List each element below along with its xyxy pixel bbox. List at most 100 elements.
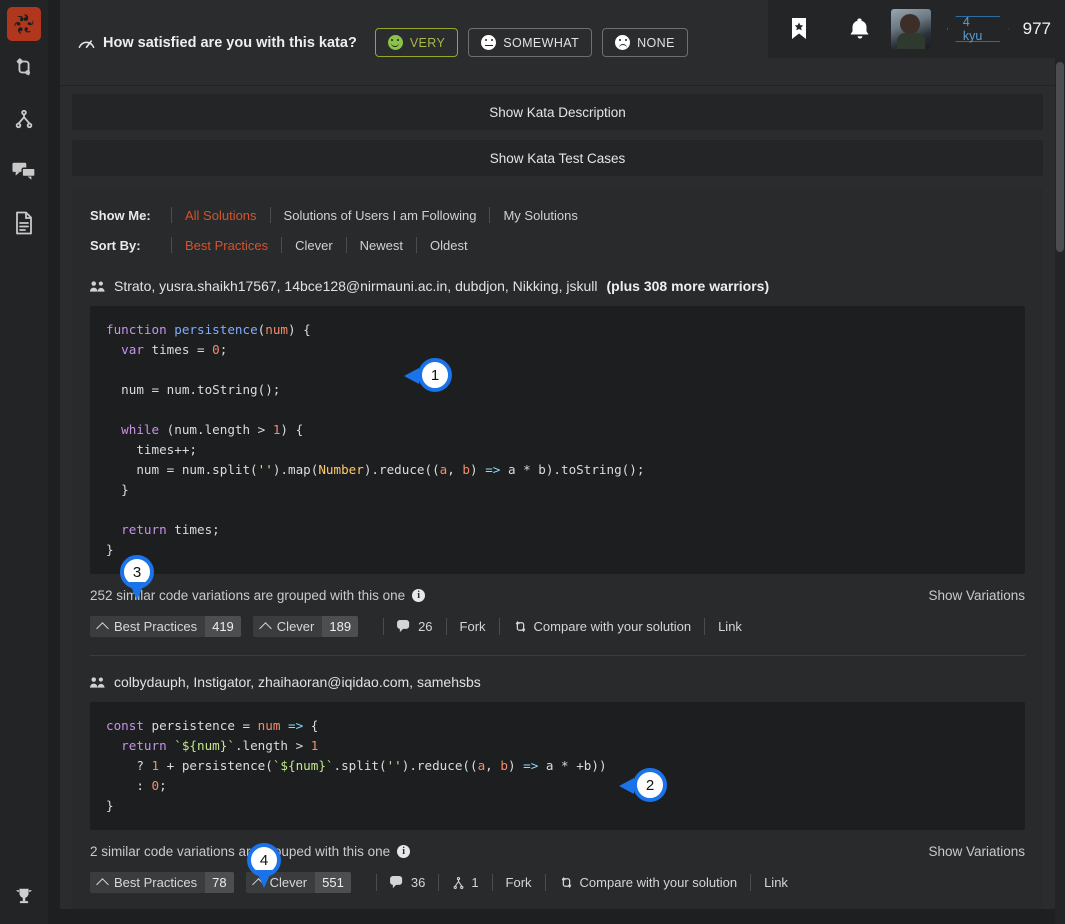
rank-label: 4 kyu <box>962 15 983 43</box>
sidebar-item-fork[interactable] <box>0 93 48 145</box>
vertical-scrollbar-thumb[interactable] <box>1056 62 1064 252</box>
filter-following-solutions[interactable]: Solutions of Users I am Following <box>284 208 477 223</box>
satisfaction-somewhat-button[interactable]: SOMEWHAT <box>468 28 593 57</box>
toggle-gap <box>72 130 1043 140</box>
satisfaction-very-button[interactable]: VERY <box>374 28 459 57</box>
solution-authors: Strato, yusra.shaikh17567, 14bce128@nirm… <box>114 278 598 294</box>
solution-actions: Best Practices 419 Clever 189 26 Fork Co… <box>90 616 1025 653</box>
divider <box>704 618 706 635</box>
satisfaction-options: VERY SOMEWHAT NONE <box>374 28 688 57</box>
codewars-logo[interactable] <box>7 7 41 41</box>
variations-row: 252 similar code variations are grouped … <box>90 588 1025 603</box>
marker-tail <box>129 582 145 600</box>
sad-face-icon <box>615 35 631 50</box>
fork-link[interactable]: Fork <box>506 875 532 890</box>
fork-link[interactable]: Fork <box>460 619 486 634</box>
comments-count: 36 <box>410 875 426 890</box>
divider <box>498 618 500 635</box>
satisfaction-very-label: VERY <box>409 35 446 50</box>
comment-icon <box>397 620 410 633</box>
solution-entry: colbydauph, Instigator, zhaihaoran@iqida… <box>90 674 1025 909</box>
divider <box>171 207 172 223</box>
filter-all-solutions[interactable]: All Solutions <box>185 208 257 223</box>
show-me-row: Show Me: All Solutions Solutions of User… <box>90 200 1025 230</box>
link-link[interactable]: Link <box>718 619 742 634</box>
solution-authors-row: colbydauph, Instigator, zhaihaoran@iqida… <box>90 674 1025 690</box>
annotation-marker-1: 1 <box>404 358 452 392</box>
show-kata-test-cases-button[interactable]: Show Kata Test Cases <box>72 140 1043 176</box>
sort-clever[interactable]: Clever <box>295 238 333 253</box>
link-link[interactable]: Link <box>764 875 788 890</box>
rank-badge: 4 kyu <box>947 15 1009 43</box>
marker-tail <box>404 368 419 384</box>
avatar[interactable] <box>891 9 931 49</box>
sort-best-practices[interactable]: Best Practices <box>185 238 268 253</box>
best-practices-vote-button[interactable]: Best Practices 419 <box>90 616 241 637</box>
compare-solution-link[interactable]: Compare with your solution <box>513 619 691 634</box>
fork-tree-icon <box>453 876 464 889</box>
solution-authors: colbydauph, Instigator, zhaihaoran@iqida… <box>114 674 481 690</box>
satisfaction-somewhat-label: SOMEWHAT <box>503 35 580 50</box>
bookmark-icon <box>791 18 806 39</box>
compare-solution-link[interactable]: Compare with your solution <box>559 875 738 890</box>
compare-icon <box>16 58 31 76</box>
comments-link[interactable]: 36 <box>389 875 426 890</box>
notifications-button[interactable] <box>830 17 892 41</box>
sidebar-item-discussion[interactable] <box>0 145 48 197</box>
panel-toggles: Show Kata Description Show Kata Test Cas… <box>60 86 1055 176</box>
sidebar-item-compare[interactable] <box>0 41 48 93</box>
show-kata-description-button[interactable]: Show Kata Description <box>72 94 1043 130</box>
solution-code-block[interactable]: const persistence = num => { return `${n… <box>90 702 1025 830</box>
clever-count: 189 <box>322 616 359 637</box>
compare-label: Compare with your solution <box>579 875 738 890</box>
clever-label: Clever <box>276 619 315 634</box>
satisfaction-none-button[interactable]: NONE <box>602 28 688 57</box>
show-variations-link[interactable]: Show Variations <box>928 588 1025 603</box>
compare-icon <box>561 877 571 889</box>
forks-count: 1 <box>471 875 479 890</box>
document-icon <box>16 211 32 235</box>
variations-row: 2 similar code variations are grouped wi… <box>90 844 1025 859</box>
divider <box>269 207 271 223</box>
sidebar-item-trophy[interactable] <box>0 870 48 924</box>
satisfaction-none-label: NONE <box>637 35 675 50</box>
bookmark-button[interactable] <box>768 17 830 41</box>
annotation-marker-3: 3 <box>120 555 154 600</box>
chevron-up-icon <box>258 621 272 635</box>
trophy-icon <box>16 888 32 904</box>
show-variations-link[interactable]: Show Variations <box>928 844 1025 859</box>
annotation-marker-2: 2 <box>619 768 667 802</box>
compare-icon <box>515 621 525 633</box>
annotation-marker-4: 4 <box>247 843 281 888</box>
solution-divider <box>90 655 1025 656</box>
marker-tail <box>619 778 634 794</box>
best-practices-vote-button[interactable]: Best Practices 78 <box>90 872 234 893</box>
honor-points: 977 <box>1022 19 1051 38</box>
sort-oldest[interactable]: Oldest <box>430 238 468 253</box>
info-icon[interactable]: i <box>397 845 411 858</box>
solutions-panel: Show Me: All Solutions Solutions of User… <box>72 188 1043 909</box>
best-practices-label: Best Practices <box>114 619 198 634</box>
forks-link[interactable]: 1 <box>452 875 479 890</box>
divider <box>345 237 347 253</box>
info-icon[interactable]: i <box>412 589 426 602</box>
comments-count: 26 <box>418 619 433 634</box>
sort-by-label: Sort By: <box>90 237 141 253</box>
gauge-icon <box>78 36 95 50</box>
solution-code-block[interactable]: function persistence(num) { var times = … <box>90 306 1025 574</box>
sidebar-item-document[interactable] <box>0 197 48 249</box>
marker-tail <box>256 870 272 888</box>
neutral-face-icon <box>481 35 497 50</box>
clever-label: Clever <box>269 875 308 890</box>
filter-my-solutions[interactable]: My Solutions <box>503 208 577 223</box>
divider <box>544 874 546 891</box>
sort-newest[interactable]: Newest <box>360 238 403 253</box>
divider <box>489 207 491 223</box>
divider <box>281 237 283 253</box>
divider <box>383 618 385 635</box>
warriors-icon <box>90 676 105 688</box>
comments-link[interactable]: 26 <box>397 619 433 634</box>
top-header-bar: 4 kyu 977 <box>768 0 1065 58</box>
divider <box>438 874 440 891</box>
clever-vote-button[interactable]: Clever 189 <box>252 616 359 637</box>
